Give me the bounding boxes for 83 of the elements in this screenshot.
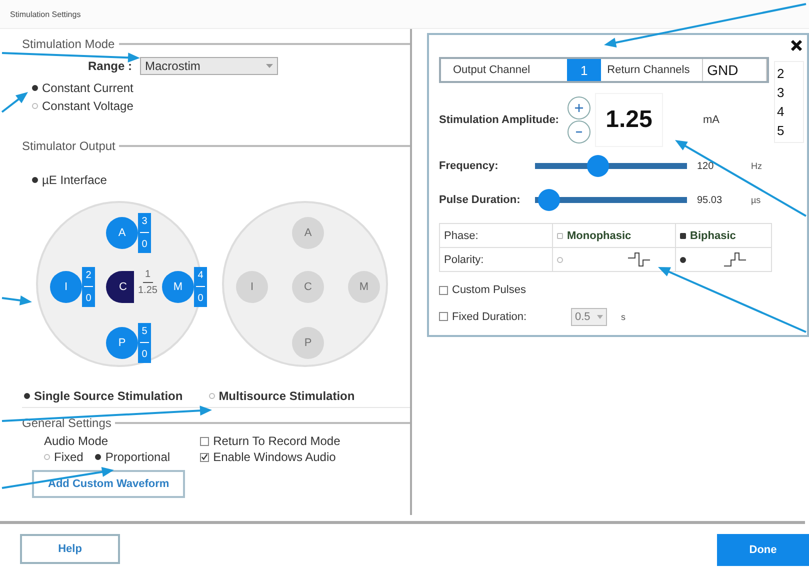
caret-icon — [597, 314, 603, 318]
window-title: Stimulation Settings — [10, 10, 81, 18]
duration-unit: s — [621, 312, 626, 322]
option-label: Fixed — [54, 450, 84, 464]
annotation-arrow — [2, 295, 32, 306]
checkbox[interactable] — [439, 312, 448, 321]
option-label: Fixed Duration: — [452, 310, 527, 322]
option-label: µE Interface — [42, 173, 107, 187]
group-legend: Stimulation Mode — [22, 37, 115, 51]
channel-tag: 3 0 — [138, 213, 151, 253]
channel-tag: 4 0 — [194, 267, 207, 307]
audio-mode-label: Audio Mode — [44, 434, 110, 448]
radio-button[interactable] — [24, 393, 30, 399]
option-label: Proportional — [105, 450, 170, 464]
slider-unit: µs — [751, 195, 761, 205]
electrode[interactable]: M — [348, 271, 380, 303]
range-dropdown[interactable]: Macrostim — [140, 57, 278, 75]
annotation-arrow — [1, 92, 28, 113]
electrode[interactable]: A — [292, 217, 324, 249]
help-button[interactable]: Help — [20, 534, 120, 564]
amplitude-label: Stimulation Amplitude: — [439, 114, 560, 126]
channel-tag: 2 0 — [82, 267, 95, 307]
option-label: Single Source Stimulation — [34, 389, 183, 403]
output-channel-value[interactable]: 1 — [566, 59, 602, 81]
close-icon[interactable] — [790, 39, 803, 52]
list-item[interactable]: 2 — [777, 66, 801, 81]
electrode[interactable]: C — [292, 271, 324, 303]
plus-icon[interactable] — [567, 96, 591, 120]
channel-number: 1 — [144, 269, 151, 280]
slider-thumb[interactable] — [538, 189, 560, 211]
output-channel-label: Output Channel — [452, 63, 532, 78]
electrode[interactable]: C — [106, 271, 134, 303]
radio-button[interactable] — [32, 85, 38, 91]
radio-button[interactable] — [208, 393, 215, 399]
checkbox[interactable] — [200, 436, 210, 446]
checkbox[interactable] — [200, 452, 210, 462]
option-label: Monophasic — [567, 230, 632, 242]
option-label: Custom Pulses — [452, 284, 526, 296]
amplitude-field[interactable]: 1.25 — [595, 93, 663, 147]
caret-icon — [266, 64, 274, 68]
electrode[interactable]: P — [106, 327, 138, 359]
option-label: Multisource Stimulation — [218, 389, 355, 403]
electrode[interactable]: P — [292, 327, 324, 359]
option-label: Constant Current — [42, 81, 134, 95]
electrode[interactable]: I — [236, 271, 268, 303]
radio-button[interactable] — [32, 103, 38, 109]
checkbox[interactable] — [439, 286, 448, 294]
slider-unit: Hz — [751, 161, 762, 171]
polarity-label: Polarity: — [444, 254, 484, 266]
return-channel-field[interactable]: GND — [702, 59, 767, 81]
slider-thumb[interactable] — [587, 155, 609, 177]
done-button[interactable]: Done — [717, 534, 809, 566]
radio-button[interactable] — [32, 177, 38, 183]
return-channels-label: Return Channels — [606, 63, 691, 78]
radio-button[interactable] — [680, 232, 686, 238]
radio-button[interactable] — [44, 454, 50, 460]
channel-tag: 5 0 — [138, 323, 151, 363]
electrode[interactable]: A — [106, 217, 138, 249]
group-legend: General Settings — [22, 416, 112, 430]
list-item[interactable]: 4 — [777, 104, 801, 119]
electrode[interactable]: M — [162, 271, 194, 303]
slider-label: Pulse Duration: — [439, 194, 522, 206]
add-custom-waveform-button[interactable]: Add Custom Waveform — [32, 470, 186, 498]
option-label: Return To Record Mode — [213, 434, 340, 448]
radio-button[interactable] — [680, 256, 686, 262]
option-label: Enable Windows Audio — [213, 450, 336, 464]
list-item[interactable]: 3 — [777, 85, 801, 100]
slider-reading: 95.03 — [697, 194, 724, 206]
amplitude-unit: mA — [703, 114, 720, 126]
radio-button[interactable] — [95, 454, 102, 460]
amplitude-value: 1.25 — [138, 285, 158, 296]
duration-dropdown[interactable]: 0.5 — [571, 308, 607, 326]
phase-label: Phase: — [444, 230, 478, 242]
group-legend: Stimulator Output — [22, 139, 116, 153]
option-label: Constant Voltage — [42, 99, 134, 113]
radio-button[interactable] — [557, 232, 563, 238]
slider-label: Frequency: — [439, 160, 500, 172]
option-label: Biphasic — [690, 230, 736, 242]
slider-reading: 120 — [697, 160, 715, 172]
range-label: Range : — [88, 59, 132, 73]
electrode[interactable]: I — [50, 271, 82, 303]
radio-button[interactable] — [557, 256, 563, 262]
list-item[interactable]: 5 — [777, 123, 801, 138]
